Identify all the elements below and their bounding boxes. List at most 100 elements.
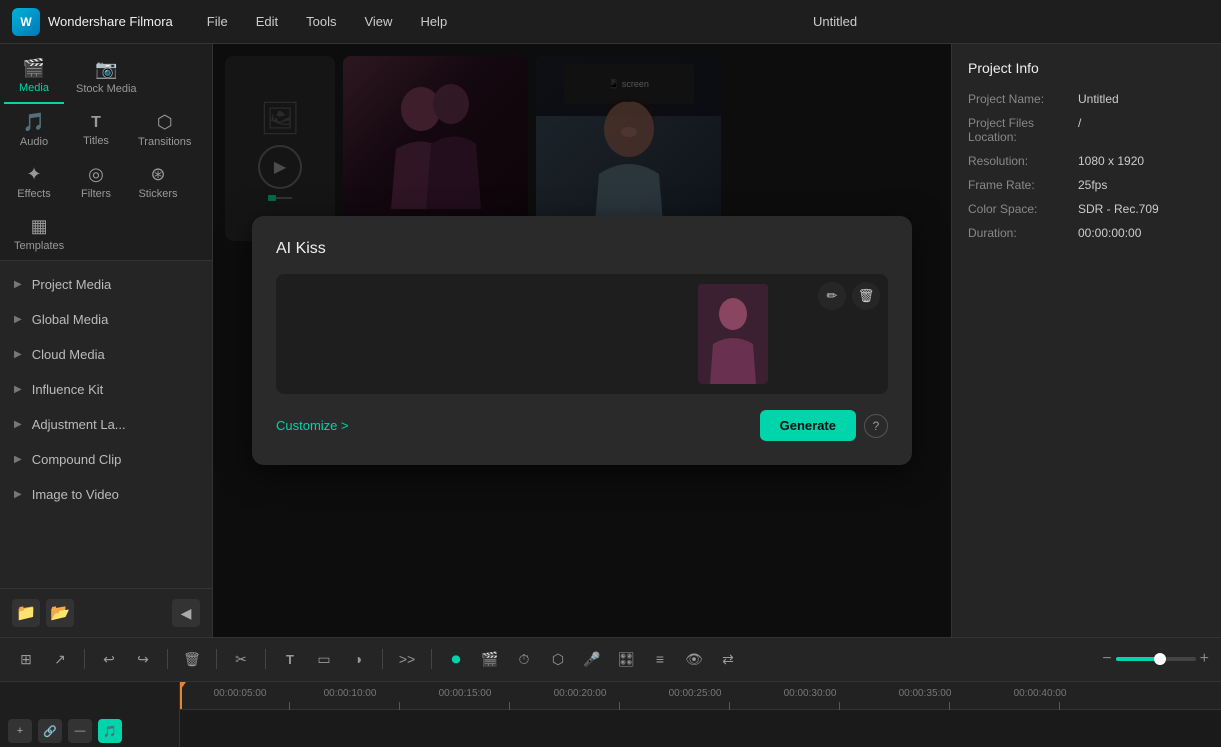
playhead-triangle: [180, 682, 186, 689]
templates-icon: ▦: [31, 216, 48, 237]
tab-titles[interactable]: T Titles: [66, 108, 126, 155]
sidebar-footer: 📁 📂 ◀: [0, 588, 212, 637]
info-label-location: Project Files Location:: [968, 116, 1078, 144]
tab-stock-media[interactable]: 📷 Stock Media: [66, 53, 147, 103]
collapse-sidebar-button[interactable]: ◀: [172, 599, 200, 627]
track-tool-button[interactable]: ↗: [46, 645, 74, 673]
grid-view-button[interactable]: ⊞: [12, 645, 40, 673]
sidebar-item-compound-clip[interactable]: ▶ Compound Clip: [0, 442, 212, 477]
sidebar-label-cloud-media: Cloud Media: [32, 347, 105, 362]
tab-templates[interactable]: ▦ Templates: [4, 210, 74, 260]
tab-titles-label: Titles: [83, 135, 109, 147]
color-button[interactable]: ◑: [344, 645, 372, 673]
project-title-header: Untitled: [813, 14, 857, 29]
info-row-colorspace: Color Space: SDR - Rec.709: [968, 202, 1205, 216]
cut-button[interactable]: ✂: [227, 645, 255, 673]
sidebar-item-influence-kit[interactable]: ▶ Influence Kit: [0, 372, 212, 407]
track-split-button[interactable]: —: [68, 719, 92, 743]
add-track-button[interactable]: +: [8, 719, 32, 743]
playhead[interactable]: [180, 682, 182, 709]
crop-button[interactable]: ▭: [310, 645, 338, 673]
mask-button[interactable]: ⬡: [544, 645, 572, 673]
subtitle-button[interactable]: ≡: [646, 645, 674, 673]
scene-button[interactable]: 🎬: [476, 645, 504, 673]
modal-edit-button[interactable]: ✏: [818, 282, 846, 310]
sidebar-item-cloud-media[interactable]: ▶ Cloud Media: [0, 337, 212, 372]
sidebar-label-influence-kit: Influence Kit: [32, 382, 104, 397]
toolbar-divider-3: [216, 649, 217, 669]
tab-stock-label: Stock Media: [76, 83, 137, 95]
zoom-minus-button[interactable]: −: [1102, 650, 1111, 668]
info-row-location: Project Files Location: /: [968, 116, 1205, 144]
tab-effects[interactable]: ✦ Effects: [4, 158, 64, 208]
toolbar-divider-5: [382, 649, 383, 669]
help-icon[interactable]: ?: [864, 414, 888, 438]
time-mark-1: 00:00:10:00: [324, 688, 377, 699]
sidebar-label-adjustment-layer: Adjustment La...: [32, 417, 126, 432]
record-button[interactable]: ⏺: [442, 645, 470, 673]
menu-file[interactable]: File: [193, 8, 242, 35]
redo-button[interactable]: ↪: [129, 645, 157, 673]
modal-video-thumbnail: [698, 284, 768, 384]
import-button[interactable]: 📂: [46, 599, 74, 627]
menu-view[interactable]: View: [350, 8, 406, 35]
modal-overlay: AI Kiss ✏ 🗑: [213, 44, 951, 637]
effects-icon: ✦: [26, 164, 41, 185]
generate-button[interactable]: Generate: [760, 410, 856, 441]
timeline-ruler: + 🔗 — 🎵 00:00:05:00 00:00:10:00 00:00:15…: [0, 682, 1221, 747]
info-label-resolution: Resolution:: [968, 154, 1078, 168]
sidebar-item-project-media[interactable]: ▶ Project Media: [0, 267, 212, 302]
time-mark-4: 00:00:25:00: [669, 688, 722, 699]
info-row-name: Project Name: Untitled: [968, 92, 1205, 106]
media-icon: 🎬: [23, 58, 45, 79]
chevron-icon: ▶: [14, 384, 22, 395]
tab-effects-label: Effects: [17, 188, 50, 200]
tab-audio-label: Audio: [20, 136, 48, 148]
delete-button[interactable]: 🗑: [178, 645, 206, 673]
time-mark-5: 00:00:30:00: [784, 688, 837, 699]
panel-title: Project Info: [968, 60, 1205, 76]
tick-marks: [180, 702, 1221, 710]
tab-audio[interactable]: 🎵 Audio: [4, 106, 64, 156]
chevron-icon: ▶: [14, 314, 22, 325]
modal-card: AI Kiss ✏ 🗑: [252, 216, 912, 465]
audio-settings-button[interactable]: 🎛: [612, 645, 640, 673]
zoom-thumb[interactable]: [1154, 653, 1166, 665]
zoom-plus-button[interactable]: +: [1200, 650, 1209, 668]
track-audio-button[interactable]: 🎵: [98, 719, 122, 743]
main-area: 🎬 Media 📷 Stock Media 🎵 Audio T Titles ⬡…: [0, 44, 1221, 637]
modal-delete-button[interactable]: 🗑: [852, 282, 880, 310]
sidebar-label-compound-clip: Compound Clip: [32, 452, 122, 467]
speed-button[interactable]: ⏱: [510, 645, 538, 673]
time-mark-2: 00:00:15:00: [439, 688, 492, 699]
tab-filters[interactable]: ◎ Filters: [66, 158, 126, 208]
menu-edit[interactable]: Edit: [242, 8, 292, 35]
add-folder-button[interactable]: 📁: [12, 599, 40, 627]
menu-tools[interactable]: Tools: [292, 8, 350, 35]
sidebar-list: ▶ Project Media ▶ Global Media ▶ Cloud M…: [0, 261, 212, 588]
tab-stickers[interactable]: ⊛ Stickers: [128, 158, 188, 208]
more-button[interactable]: >>: [393, 645, 421, 673]
chevron-icon: ▶: [14, 279, 22, 290]
text-button[interactable]: T: [276, 645, 304, 673]
swap-button[interactable]: ⇄: [714, 645, 742, 673]
modal-upload-area[interactable]: ✏ 🗑: [276, 274, 888, 394]
sidebar-item-global-media[interactable]: ▶ Global Media: [0, 302, 212, 337]
modal-thumb-wrapper: ✏ 🗑: [276, 274, 888, 394]
eye-button[interactable]: 👁: [680, 645, 708, 673]
timeline-area: ⊞ ↗ ↩ ↪ 🗑 ✂ T ▭ ◑ >> ⏺ 🎬 ⏱ ⬡ 🎤 🎛 ≡ 👁 ⇄ −: [0, 637, 1221, 747]
voiceover-button[interactable]: 🎤: [578, 645, 606, 673]
transitions-icon: ⬡: [157, 112, 173, 133]
info-row-framerate: Frame Rate: 25fps: [968, 178, 1205, 192]
tab-filters-label: Filters: [81, 188, 111, 200]
menu-help[interactable]: Help: [406, 8, 461, 35]
zoom-track[interactable]: [1116, 657, 1196, 661]
sidebar-item-adjustment-layer[interactable]: ▶ Adjustment La...: [0, 407, 212, 442]
customize-link[interactable]: Customize >: [276, 418, 349, 433]
undo-button[interactable]: ↩: [95, 645, 123, 673]
tab-media[interactable]: 🎬 Media: [4, 52, 64, 104]
track-lock-button[interactable]: 🔗: [38, 719, 62, 743]
tab-bar: 🎬 Media 📷 Stock Media 🎵 Audio T Titles ⬡…: [0, 44, 212, 261]
tab-transitions[interactable]: ⬡ Transitions: [128, 106, 201, 156]
sidebar-item-image-to-video[interactable]: ▶ Image to Video: [0, 477, 212, 512]
